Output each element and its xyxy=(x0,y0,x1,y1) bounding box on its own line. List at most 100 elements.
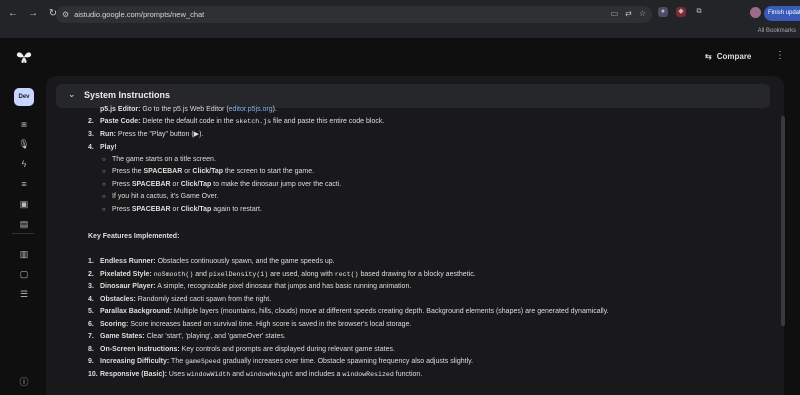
scrollbar-thumb[interactable] xyxy=(781,116,785,326)
feature-text: Score increases based on survival time. … xyxy=(128,320,412,328)
bullet-icon: ○ xyxy=(102,169,106,176)
feature-text: function. xyxy=(393,370,423,378)
bullet-text: Press xyxy=(112,180,132,188)
feature-item: 6. Scoring: Score increases based on surv… xyxy=(88,320,411,329)
bullet-icon: ○ xyxy=(102,181,106,188)
bullet-text: SPACEBAR xyxy=(131,205,171,213)
feature-item: 8. On-Screen Instructions: Key controls a… xyxy=(88,345,395,354)
starter-apps-icon[interactable]: ▣ xyxy=(17,198,31,210)
chat-prompt-icon[interactable]: ⧆ xyxy=(17,118,31,130)
feature-text: A simple, recognizable pixel dinosaur th… xyxy=(155,283,412,291)
extension-red-icon[interactable]: ◆ xyxy=(676,7,686,17)
feature-text: The xyxy=(169,358,186,366)
inline-code: noSmooth() xyxy=(153,270,194,278)
system-instructions-panel: ⌄ System Instructions p5.js Editor: Go t… xyxy=(46,76,785,395)
feature-text: are used, along with xyxy=(268,270,335,278)
info-icon[interactable]: ⓘ xyxy=(17,376,31,388)
inline-code: windowHeight xyxy=(245,370,294,378)
bullet-icon: ○ xyxy=(102,194,106,201)
inline-code: rect() xyxy=(334,270,359,278)
bullet-text: Click/Tap xyxy=(180,180,212,188)
feature-text: and xyxy=(230,370,246,378)
feature-text: Responsive (Basic): xyxy=(100,370,167,378)
chevron-down-icon[interactable]: ⌄ xyxy=(68,89,76,100)
bullet-text: If you hit a cactus, it's Game Over. xyxy=(112,193,219,201)
feature-item: 1. Endless Runner: Obstacles continuously… xyxy=(88,257,335,266)
profile-avatar[interactable] xyxy=(750,7,761,18)
address-bar[interactable]: ⚙ aistudio.google.com/prompts/new_chat ▭… xyxy=(56,6,652,23)
feature-text: Obstacles: xyxy=(100,295,136,303)
system-instructions-title: System Instructions xyxy=(84,90,171,100)
docs-icon[interactable]: ▥ xyxy=(17,248,31,260)
left-nav-rail: Dev ⧆ 🎙︎ ϟ ≡ ▣ ▤ ▥ ▢ ☰ ⓘ xyxy=(0,76,46,395)
translate-icon[interactable]: ⇄ xyxy=(625,9,632,18)
compare-label: Compare xyxy=(716,52,752,61)
feature-item: 4. Obstacles: Randomly sized cacti spawn … xyxy=(88,295,271,304)
app-header: ⇆ Compare ⋮ xyxy=(0,38,800,76)
step-item: 4. Play! xyxy=(88,144,117,151)
step-item: 3. Run: Press the "Play" button (▶). xyxy=(88,131,204,138)
step-item: p5.js Editor: Go to the p5.js Web Editor… xyxy=(100,106,277,113)
editor-link[interactable]: editor.p5js.org xyxy=(229,106,273,113)
tune-icon[interactable]: ≡ xyxy=(17,178,31,190)
extensions-puzzle-icon[interactable]: ⧉ xyxy=(694,7,704,17)
compare-icon: ⇆ xyxy=(705,52,712,61)
forward-icon[interactable]: → xyxy=(26,7,40,21)
feature-number: 3. xyxy=(88,283,94,291)
bullet-icon: ○ xyxy=(102,206,106,213)
feature-text: Parallax Background: xyxy=(100,308,172,316)
feature-text: Increasing Difficulty: xyxy=(100,358,170,366)
feature-number: 9. xyxy=(88,358,94,366)
all-bookmarks-label[interactable]: All Bookmarks xyxy=(758,28,796,34)
bullet-text: the screen to start the game. xyxy=(223,168,315,176)
compare-button[interactable]: ⇆ Compare xyxy=(705,52,751,61)
feature-text: Endless Runner: xyxy=(100,258,156,265)
bookmark-star-icon[interactable]: ☆ xyxy=(639,9,646,18)
stream-mic-icon[interactable]: 🎙︎ xyxy=(17,138,31,150)
more-options-icon[interactable]: ⋮ xyxy=(775,50,785,61)
bullet-text: Press the xyxy=(112,168,144,176)
url-text: aistudio.google.com/prompts/new_chat xyxy=(74,10,205,19)
play-bullet-item: ○ Press the SPACEBAR or Click/Tap the scr… xyxy=(102,167,314,177)
feedback-icon[interactable]: ▢ xyxy=(17,268,31,280)
feature-text: Pixelated Style: xyxy=(100,270,152,278)
bullet-text: The game starts on a title screen. xyxy=(112,156,216,163)
ai-studio-logo-icon[interactable] xyxy=(16,50,32,64)
back-icon[interactable]: ← xyxy=(6,7,20,21)
feature-item: 3. Dinosaur Player: A simple, recognizabl… xyxy=(88,282,411,291)
feature-number: 4. xyxy=(88,295,94,303)
feature-item: 10. Responsive (Basic): Uses windowWidth … xyxy=(88,370,422,379)
bullet-text: SPACEBAR xyxy=(131,180,171,188)
bullet-text: or xyxy=(182,168,193,176)
feature-number: 8. xyxy=(88,345,94,353)
inline-code: windowWidth xyxy=(186,370,231,378)
extension-icon[interactable]: ● xyxy=(658,7,668,17)
bullet-text: or xyxy=(170,205,181,213)
feature-item: 5. Parallax Background: Multiple layers (… xyxy=(88,307,609,316)
bullet-text: SPACEBAR xyxy=(143,168,183,176)
finish-update-button[interactable]: Finish update xyxy=(764,6,800,21)
cast-icon[interactable]: ▭ xyxy=(611,9,619,18)
feature-text: Multiple layers (mountains, hills, cloud… xyxy=(171,308,609,316)
play-bullet-item: ○ The game starts on a title screen. xyxy=(102,155,216,165)
feature-text: Game States: xyxy=(100,333,145,341)
build-bolt-icon[interactable]: ϟ xyxy=(17,158,31,170)
settings-storage-icon[interactable]: ☰ xyxy=(17,288,31,300)
bullet-text: Click/Tap xyxy=(180,205,212,213)
feature-text: based drawing for a blocky aesthetic. xyxy=(358,270,476,278)
bullet-text: again to restart. xyxy=(211,205,262,213)
bullet-text: to make the dinosaur jump over the cacti… xyxy=(211,180,342,188)
feature-item: 2. Pixelated Style: noSmooth() and pixelD… xyxy=(88,270,476,279)
site-info-icon[interactable]: ⚙ xyxy=(62,10,69,19)
bullet-text: Click/Tap xyxy=(192,168,224,176)
feature-text: and xyxy=(193,270,209,278)
step-item: 2. Paste Code: Delete the default code in… xyxy=(88,118,385,125)
feature-number: 6. xyxy=(88,320,94,328)
feature-number: 5. xyxy=(88,308,94,316)
dev-mode-chip[interactable]: Dev xyxy=(14,88,34,106)
feature-text: gradually increases over time. Obstacle … xyxy=(220,358,474,366)
browser-toolbar: ← → ↻ ⚙ aistudio.google.com/prompts/new_… xyxy=(0,0,800,28)
library-book-icon[interactable]: ▤ xyxy=(17,218,31,230)
feature-text: Scoring: xyxy=(100,320,129,328)
bullet-text: Press xyxy=(112,205,132,213)
